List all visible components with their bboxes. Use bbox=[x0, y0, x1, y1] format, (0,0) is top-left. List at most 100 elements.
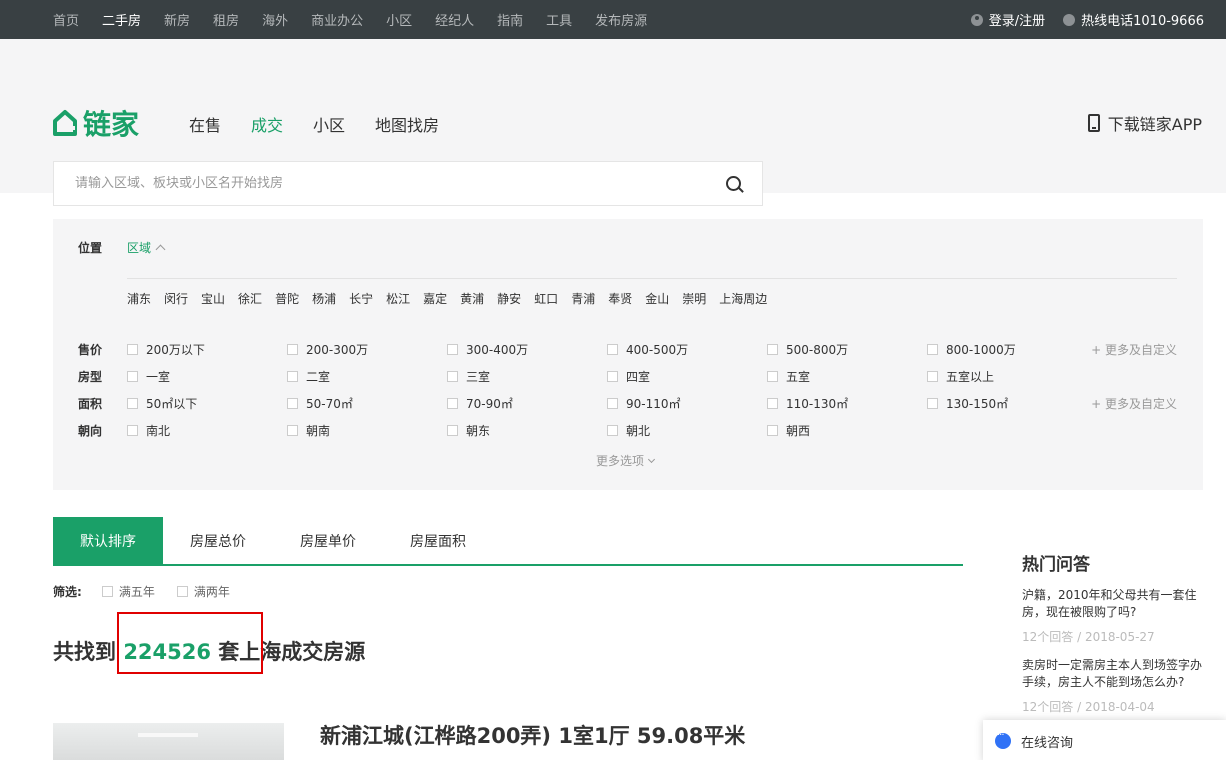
checkbox[interactable] bbox=[287, 425, 298, 436]
district-item[interactable]: 青浦 bbox=[571, 290, 595, 307]
district-item[interactable]: 奉贤 bbox=[608, 290, 632, 307]
layout-option[interactable]: 三室 bbox=[447, 368, 607, 385]
checkbox[interactable] bbox=[767, 371, 778, 382]
price-option[interactable]: 400-500万 bbox=[607, 341, 767, 358]
orientation-option[interactable]: 朝西 bbox=[767, 422, 927, 439]
checkbox[interactable] bbox=[607, 371, 618, 382]
checkbox[interactable] bbox=[927, 371, 938, 382]
screening-option[interactable]: 满五年 bbox=[101, 583, 155, 600]
district-item[interactable]: 虹口 bbox=[534, 290, 558, 307]
checkbox[interactable] bbox=[127, 344, 138, 355]
district-item[interactable]: 崇明 bbox=[682, 290, 706, 307]
screening-option[interactable]: 满两年 bbox=[176, 583, 230, 600]
price-more-custom[interactable]: + 更多及自定义 bbox=[1091, 341, 1177, 358]
main-nav-sold[interactable]: 成交 bbox=[251, 112, 283, 136]
qa-question[interactable]: 沪籍，2010年和父母共有一套住房，现在被限购了吗? bbox=[1022, 587, 1212, 621]
top-nav-community[interactable]: 小区 bbox=[386, 10, 412, 29]
app-download[interactable]: 下载链家APP bbox=[1087, 111, 1202, 135]
top-nav-overseas[interactable]: 海外 bbox=[262, 10, 288, 29]
checkbox[interactable] bbox=[927, 398, 938, 409]
top-nav-agent[interactable]: 经纪人 bbox=[435, 10, 474, 29]
checkbox[interactable] bbox=[287, 398, 298, 409]
layout-option[interactable]: 二室 bbox=[287, 368, 447, 385]
listing-thumbnail[interactable] bbox=[53, 723, 284, 760]
orientation-option[interactable]: 朝南 bbox=[287, 422, 447, 439]
area-option[interactable]: 90-110㎡ bbox=[607, 395, 767, 412]
checkbox[interactable] bbox=[127, 425, 138, 436]
price-option[interactable]: 300-400万 bbox=[447, 341, 607, 358]
area-option[interactable]: 70-90㎡ bbox=[447, 395, 607, 412]
top-nav-newhome[interactable]: 新房 bbox=[164, 10, 190, 29]
layout-option[interactable]: 一室 bbox=[127, 368, 287, 385]
district-item[interactable]: 普陀 bbox=[275, 290, 299, 307]
top-nav-home[interactable]: 首页 bbox=[53, 10, 79, 29]
layout-option[interactable]: 五室 bbox=[767, 368, 927, 385]
checkbox[interactable] bbox=[607, 425, 618, 436]
district-item[interactable]: 闵行 bbox=[164, 290, 188, 307]
district-item[interactable]: 长宁 bbox=[349, 290, 373, 307]
top-nav-ershoufang[interactable]: 二手房 bbox=[102, 10, 141, 29]
tab-area[interactable]: 房屋面积 bbox=[383, 517, 493, 564]
main-nav-onsale[interactable]: 在售 bbox=[189, 112, 221, 136]
layout-option[interactable]: 四室 bbox=[607, 368, 767, 385]
logo[interactable]: 链家 bbox=[53, 103, 139, 143]
orientation-option[interactable]: 朝北 bbox=[607, 422, 767, 439]
area-more-custom[interactable]: + 更多及自定义 bbox=[1091, 395, 1177, 412]
top-nav-publish[interactable]: 发布房源 bbox=[595, 10, 647, 29]
district-item[interactable]: 上海周边 bbox=[719, 290, 767, 307]
checkbox[interactable] bbox=[287, 371, 298, 382]
district-tab[interactable]: 区域 bbox=[127, 239, 166, 256]
orientation-option[interactable]: 南北 bbox=[127, 422, 287, 439]
price-option[interactable]: 200万以下 bbox=[127, 341, 287, 358]
district-item[interactable]: 嘉定 bbox=[423, 290, 447, 307]
checkbox[interactable] bbox=[447, 344, 458, 355]
main-nav-community[interactable]: 小区 bbox=[313, 112, 345, 136]
tab-unit-price[interactable]: 房屋单价 bbox=[273, 517, 383, 564]
area-option[interactable]: 110-130㎡ bbox=[767, 395, 927, 412]
checkbox[interactable] bbox=[447, 398, 458, 409]
district-item[interactable]: 徐汇 bbox=[238, 290, 262, 307]
checkbox[interactable] bbox=[447, 371, 458, 382]
orientation-option[interactable]: 朝东 bbox=[447, 422, 607, 439]
login-link[interactable]: 登录/注册 bbox=[970, 10, 1045, 29]
layout-option[interactable]: 五室以上 bbox=[927, 368, 1087, 385]
checkbox[interactable] bbox=[767, 344, 778, 355]
district-item[interactable]: 杨浦 bbox=[312, 290, 336, 307]
search-icon[interactable] bbox=[722, 162, 762, 205]
top-nav-guide[interactable]: 指南 bbox=[497, 10, 523, 29]
checkbox[interactable] bbox=[127, 398, 138, 409]
checkbox[interactable] bbox=[287, 344, 298, 355]
search-input[interactable] bbox=[75, 176, 722, 191]
checkbox[interactable] bbox=[447, 425, 458, 436]
district-item[interactable]: 静安 bbox=[497, 290, 521, 307]
checkbox[interactable] bbox=[607, 398, 618, 409]
checkbox[interactable] bbox=[927, 344, 938, 355]
district-item[interactable]: 浦东 bbox=[127, 290, 151, 307]
top-nav-rent[interactable]: 租房 bbox=[213, 10, 239, 29]
checkbox[interactable] bbox=[607, 344, 618, 355]
top-nav-tools[interactable]: 工具 bbox=[546, 10, 572, 29]
more-options-toggle[interactable]: 更多选项 bbox=[596, 452, 656, 469]
qa-question[interactable]: 卖房时一定需房主本人到场签字办手续，房主人不能到场怎么办? bbox=[1022, 657, 1212, 691]
top-nav-commercial[interactable]: 商业办公 bbox=[311, 10, 363, 29]
online-consult-button[interactable]: 在线咨询 bbox=[983, 720, 1226, 760]
price-option[interactable]: 500-800万 bbox=[767, 341, 927, 358]
district-item[interactable]: 黄浦 bbox=[460, 290, 484, 307]
tab-default-sort[interactable]: 默认排序 bbox=[53, 517, 163, 564]
area-option[interactable]: 130-150㎡ bbox=[927, 395, 1087, 412]
tab-total-price[interactable]: 房屋总价 bbox=[163, 517, 273, 564]
checkbox[interactable] bbox=[767, 398, 778, 409]
district-item[interactable]: 金山 bbox=[645, 290, 669, 307]
district-item[interactable]: 松江 bbox=[386, 290, 410, 307]
area-option[interactable]: 50-70㎡ bbox=[287, 395, 447, 412]
district-item[interactable]: 宝山 bbox=[201, 290, 225, 307]
price-option[interactable]: 200-300万 bbox=[287, 341, 447, 358]
checkbox[interactable] bbox=[101, 586, 113, 597]
listing-title[interactable]: 新浦江城(江桦路200弄) 1室1厅 59.08平米 bbox=[320, 720, 745, 750]
price-option[interactable]: 800-1000万 bbox=[927, 341, 1087, 358]
checkbox[interactable] bbox=[127, 371, 138, 382]
checkbox[interactable] bbox=[767, 425, 778, 436]
area-option[interactable]: 50㎡以下 bbox=[127, 395, 287, 412]
main-nav-map[interactable]: 地图找房 bbox=[375, 112, 439, 136]
checkbox[interactable] bbox=[176, 586, 188, 597]
